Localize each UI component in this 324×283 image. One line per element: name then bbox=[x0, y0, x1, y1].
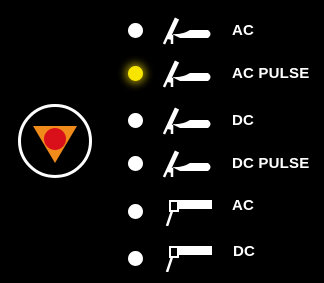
mode-led bbox=[128, 156, 143, 171]
mode-label: DC bbox=[233, 243, 256, 260]
mma-electrode-holder-icon bbox=[165, 246, 212, 272]
mode-row-mma-ac[interactable]: AC bbox=[0, 192, 324, 226]
mode-label: DC PULSE bbox=[232, 155, 310, 172]
mode-row-ac-pulse[interactable]: AC PULSE bbox=[0, 57, 324, 91]
mode-label: AC bbox=[232, 22, 255, 39]
mode-led-active bbox=[128, 66, 143, 81]
mode-led bbox=[128, 23, 143, 38]
mode-row-dc-pulse[interactable]: DC PULSE bbox=[0, 147, 324, 181]
tig-torch-icon bbox=[162, 107, 211, 135]
tig-torch-icon bbox=[162, 60, 211, 88]
mode-row-mma-dc[interactable]: DC bbox=[0, 238, 324, 272]
mma-electrode-holder-icon bbox=[165, 200, 212, 226]
mode-label: AC PULSE bbox=[232, 65, 310, 82]
mode-led bbox=[128, 251, 143, 266]
mode-led bbox=[128, 204, 143, 219]
mode-led bbox=[128, 113, 143, 128]
mode-row-ac[interactable]: AC bbox=[0, 14, 324, 48]
mode-label: AC bbox=[232, 197, 255, 214]
mode-label: DC bbox=[232, 112, 255, 129]
tig-torch-icon bbox=[162, 150, 211, 178]
tig-torch-icon bbox=[162, 17, 211, 45]
welder-control-panel: AC AC PULSE DC DC PULSE AC DC bbox=[0, 0, 324, 283]
mode-row-dc[interactable]: DC bbox=[0, 104, 324, 138]
